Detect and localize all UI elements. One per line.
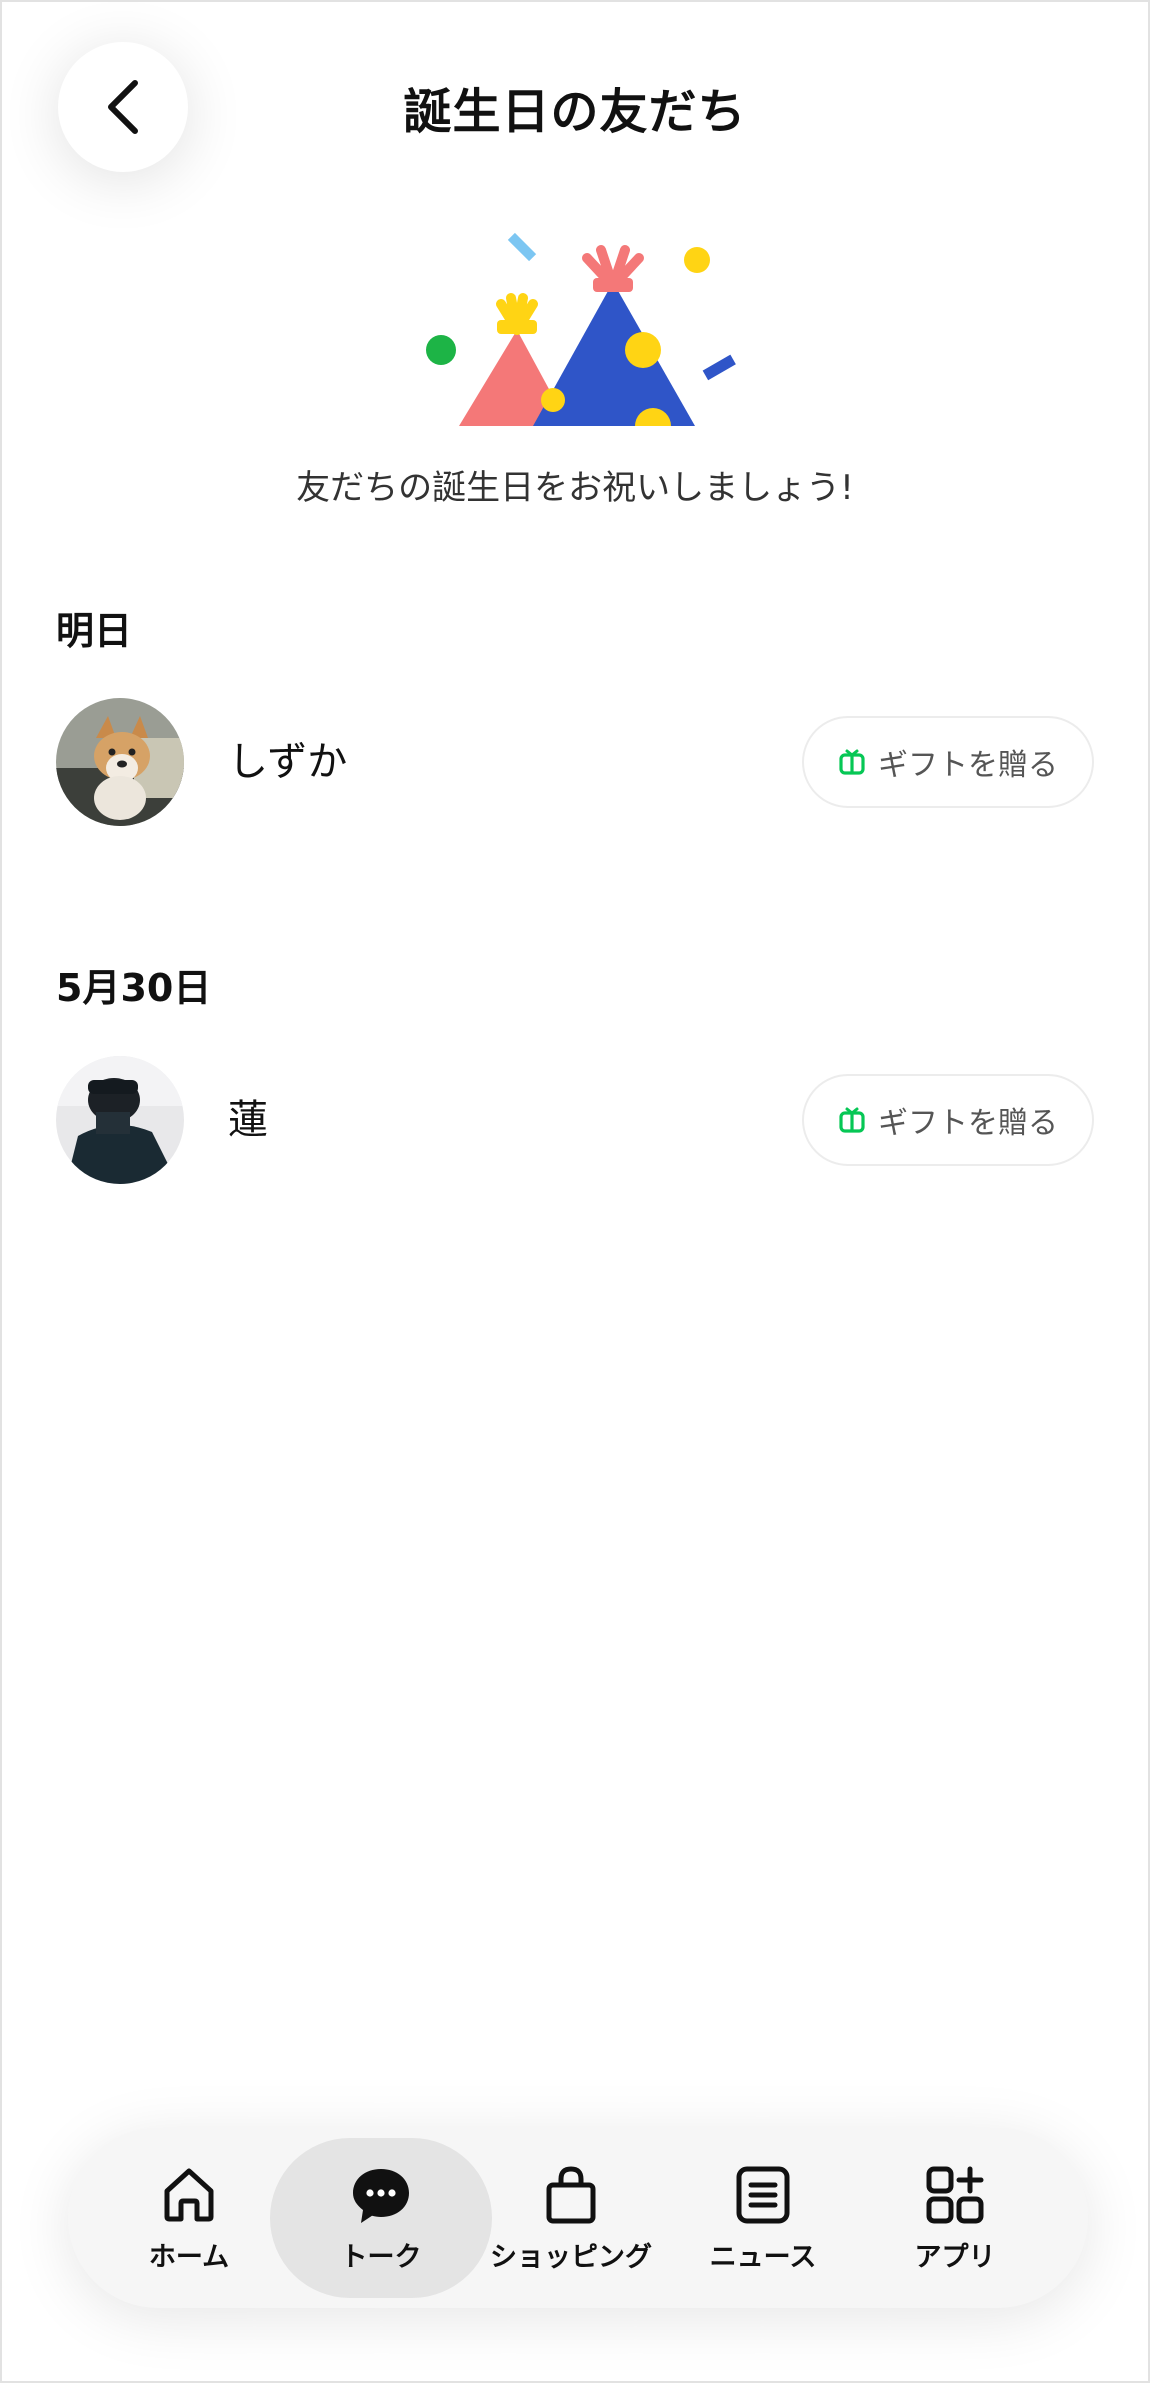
party-hats-illustration [426, 232, 736, 426]
shopping-bag-icon [546, 2165, 596, 2223]
nav-shopping-label: ショッピング [490, 2241, 652, 2273]
screen: 誕生日の友だち 友だちの誕生日をお祝いしましょう! 明日 しずか ギフトを贈る … [0, 0, 1150, 2383]
home-icon [164, 2168, 214, 2221]
nav-talk[interactable]: トーク [270, 2138, 492, 2298]
nav-shopping[interactable]: ショッピング [476, 2138, 666, 2298]
nav-news[interactable]: ニュース [668, 2138, 858, 2298]
nav-home-label: ホーム [148, 2241, 230, 2273]
celebrate-subtitle: 友だちの誕生日をお祝いしましょう! [296, 468, 854, 508]
send-gift-label: ギフトを贈る [878, 1106, 1058, 1141]
nav-news-label: ニュース [709, 2241, 817, 2273]
page-title: 誕生日の友だち [403, 84, 747, 140]
send-gift-label: ギフトを贈る [878, 748, 1058, 783]
dog-avatar-image [56, 698, 184, 826]
nav-apps[interactable]: アプリ [860, 2138, 1050, 2298]
nav-talk-label: トーク [340, 2241, 422, 2273]
gift-icon [839, 1107, 865, 1133]
apps-icon [926, 2166, 984, 2223]
section-heading-tomorrow: 明日 [56, 609, 133, 653]
send-gift-button[interactable]: ギフトを贈る [802, 1074, 1094, 1166]
gift-icon [839, 749, 865, 775]
friend-name: 蓮 [228, 1097, 268, 1143]
avatar[interactable] [56, 1056, 184, 1184]
news-icon [736, 2166, 790, 2223]
section-heading-date: 5月30日 [56, 966, 212, 1010]
nav-apps-label: アプリ [914, 2241, 996, 2273]
friend-row[interactable]: しずか ギフトを贈る [56, 698, 1094, 826]
nav-home[interactable]: ホーム [94, 2138, 284, 2298]
send-gift-button[interactable]: ギフトを贈る [802, 716, 1094, 808]
chat-bubble-icon [353, 2168, 409, 2223]
person-avatar-image [56, 1056, 184, 1184]
friend-row[interactable]: 蓮 ギフトを贈る [56, 1056, 1094, 1184]
avatar[interactable] [56, 698, 184, 826]
friend-name: しずか [228, 739, 348, 785]
bottom-nav: ホーム トーク ショッピング ニュース アプリ [68, 2128, 1088, 2308]
